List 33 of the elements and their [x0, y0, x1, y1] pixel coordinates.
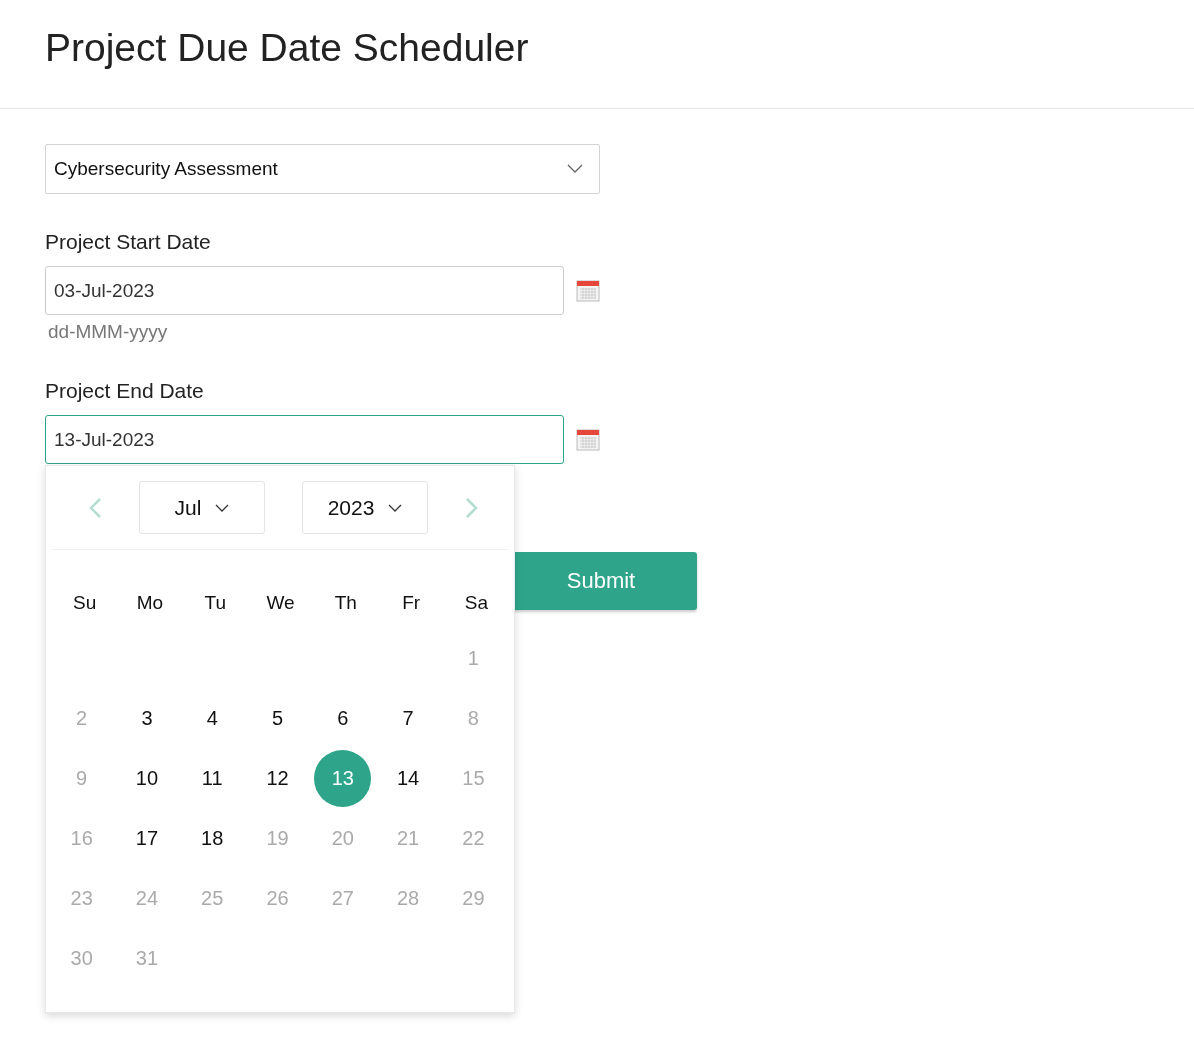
- calendar-day[interactable]: 5: [249, 689, 307, 747]
- weekday-label: Fr: [402, 592, 421, 614]
- chevron-down-icon: [388, 503, 403, 512]
- date-input[interactable]: 13-Jul-2023: [45, 415, 564, 464]
- calendar-day[interactable]: 3: [118, 689, 176, 747]
- format-hint: dd-MMM-yyyy: [48, 321, 169, 343]
- year-dropdown[interactable]: 2023: [302, 481, 428, 534]
- calendar-day[interactable]: 4: [183, 689, 241, 747]
- field-label: Project Start Date: [45, 230, 212, 254]
- weekday-label: Tu: [204, 592, 226, 614]
- calendar-day[interactable]: 17: [118, 809, 176, 867]
- calendar-day[interactable]: 12: [249, 749, 307, 807]
- calendar-day[interactable]: 18: [183, 809, 241, 867]
- field-label: Project End Date: [45, 379, 205, 403]
- calendar-icon[interactable]: [576, 278, 600, 303]
- page-title: Project Due Date Scheduler: [45, 26, 530, 70]
- month-dropdown[interactable]: Jul: [139, 481, 265, 534]
- weekday-label: Su: [73, 592, 97, 614]
- chevron-down-icon: [567, 164, 583, 174]
- calendar-day[interactable]: 13: [314, 749, 372, 807]
- calendar-day[interactable]: 7: [379, 689, 437, 747]
- calendar-day[interactable]: 6: [314, 689, 372, 747]
- calendar-day[interactable]: 11: [183, 749, 241, 807]
- calendar-day[interactable]: 10: [118, 749, 176, 807]
- weekday-label: Sa: [464, 592, 489, 614]
- project-dropdown[interactable]: Cybersecurity Assessment: [45, 144, 600, 194]
- calendar-day[interactable]: 14: [379, 749, 437, 807]
- weekday-label: We: [266, 592, 295, 614]
- weekday-label: Mo: [136, 592, 164, 614]
- weekday-label: Th: [334, 592, 357, 614]
- calendar-icon[interactable]: [576, 427, 600, 452]
- chevron-down-icon: [215, 503, 230, 512]
- date-input[interactable]: 03-Jul-2023: [45, 266, 564, 315]
